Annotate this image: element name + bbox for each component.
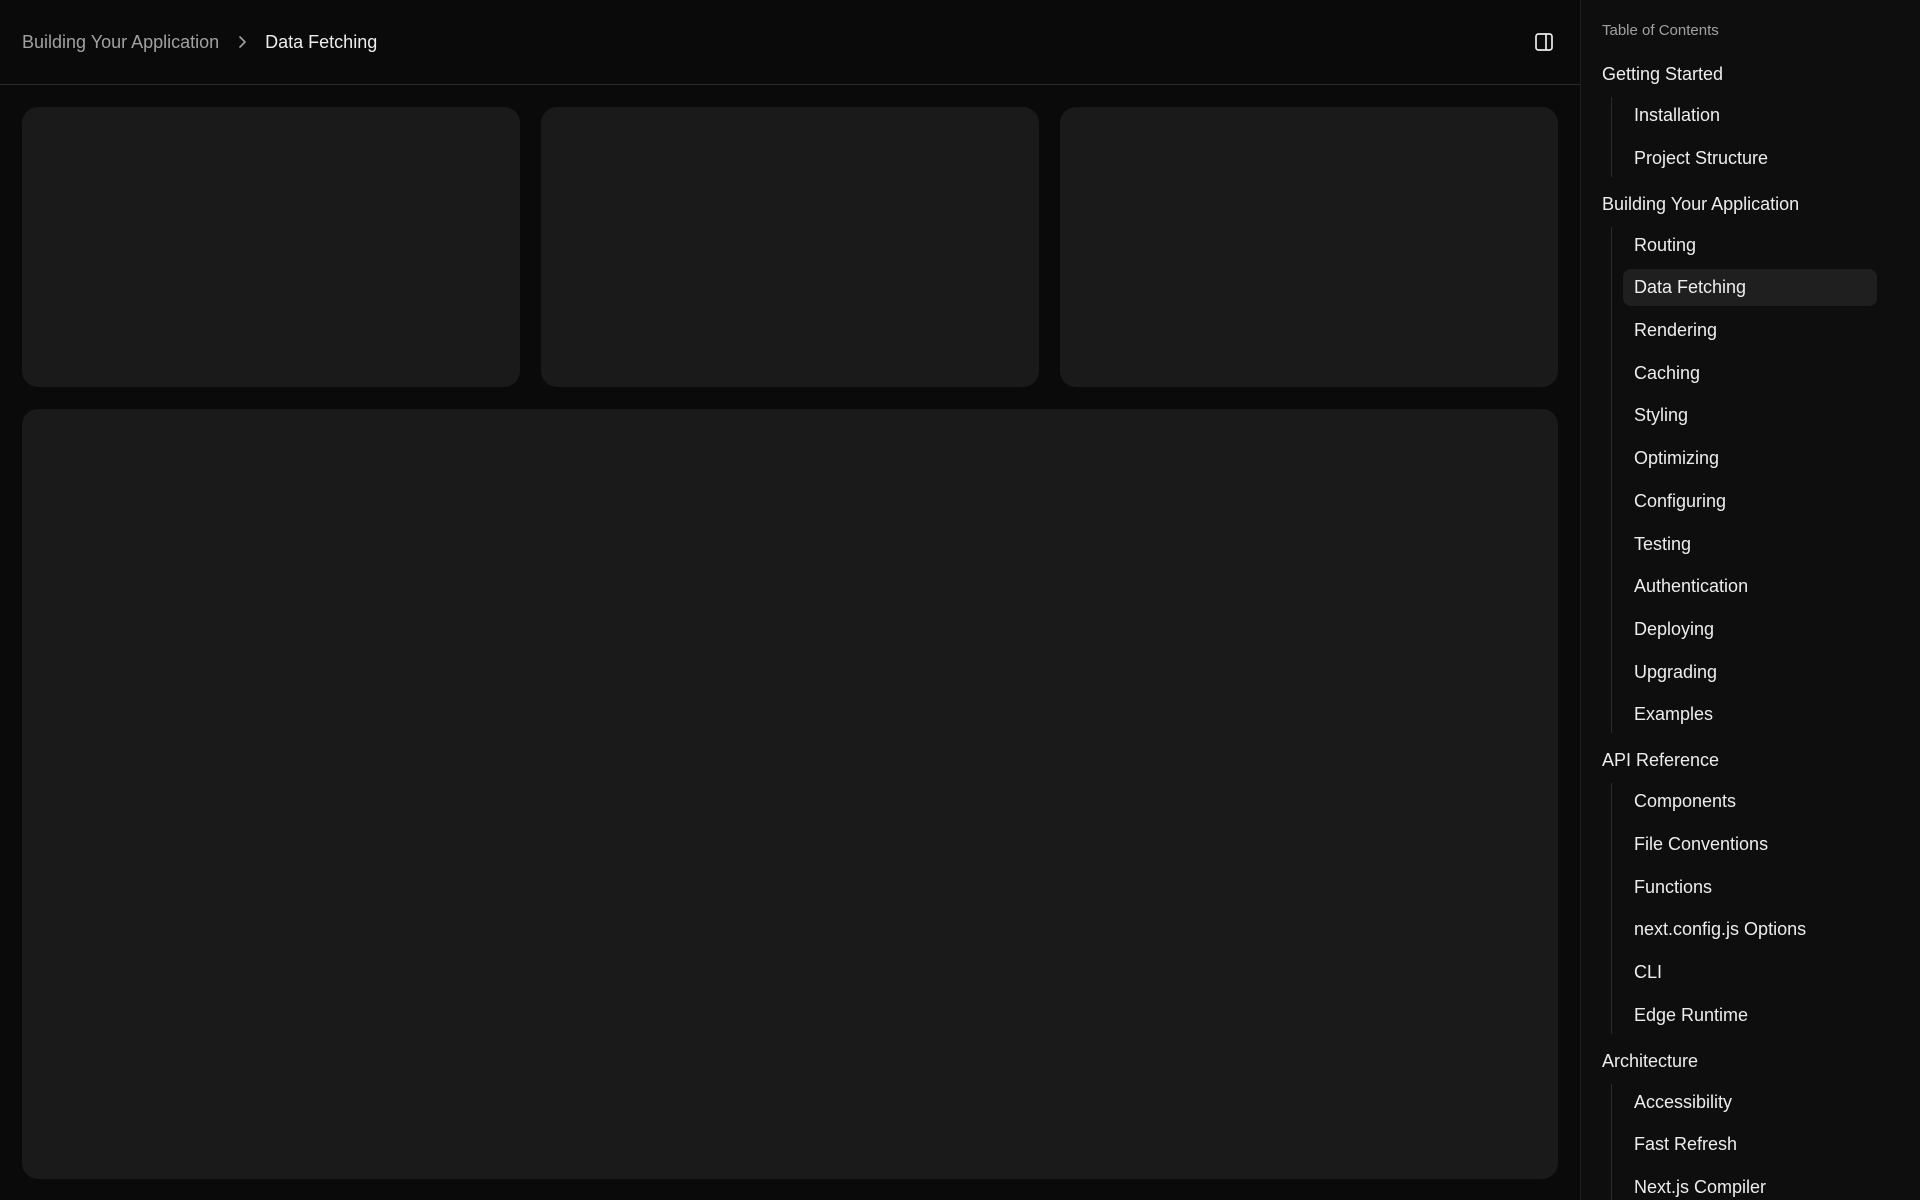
toc-section-title[interactable]: Getting Started bbox=[1602, 59, 1899, 89]
toc-item[interactable]: Configuring bbox=[1623, 483, 1877, 520]
toc-item[interactable]: Deploying bbox=[1623, 611, 1877, 648]
toc-item[interactable]: Authentication bbox=[1623, 568, 1877, 605]
table-of-contents-sidebar: Table of Contents Getting Started Install… bbox=[1580, 0, 1920, 1200]
toc-item[interactable]: Examples bbox=[1623, 696, 1877, 733]
app-root: Building Your Application Data Fetching bbox=[0, 0, 1920, 1200]
toc-section-list: Routing Data Fetching Rendering Caching Styl… bbox=[1611, 226, 1899, 734]
toc-section: Getting Started Installation Project Struc… bbox=[1602, 59, 1899, 177]
placeholder-card bbox=[541, 107, 1039, 387]
toc-item[interactable]: CLI bbox=[1623, 954, 1877, 991]
toc-section-title[interactable]: Building Your Application bbox=[1602, 189, 1899, 219]
placeholder-card bbox=[22, 107, 520, 387]
toc-section: Architecture Accessibility Fast Refresh Nex… bbox=[1602, 1046, 1899, 1200]
toc-section: API Reference Components File Conventions F… bbox=[1602, 745, 1899, 1034]
breadcrumb-current: Data Fetching bbox=[265, 31, 378, 52]
toc-item[interactable]: Fast Refresh bbox=[1623, 1126, 1877, 1163]
placeholder-panel bbox=[22, 409, 1558, 1179]
toc-item[interactable]: Edge Runtime bbox=[1623, 997, 1877, 1034]
toc-item[interactable]: next.config.js Options bbox=[1623, 911, 1877, 948]
content-grid bbox=[0, 85, 1580, 1179]
toc-item[interactable]: Caching bbox=[1623, 355, 1877, 392]
toc-item[interactable]: Functions bbox=[1623, 869, 1877, 906]
toc-item[interactable]: Styling bbox=[1623, 397, 1877, 434]
top-bar: Building Your Application Data Fetching bbox=[0, 0, 1580, 85]
chevron-right-icon bbox=[237, 35, 247, 49]
toc-item[interactable]: Rendering bbox=[1623, 312, 1877, 349]
sidebar-panel-icon[interactable] bbox=[1530, 28, 1558, 56]
toc-item[interactable]: Installation bbox=[1623, 97, 1877, 134]
toc-item[interactable]: Data Fetching bbox=[1623, 269, 1877, 307]
toc-item[interactable]: Project Structure bbox=[1623, 140, 1877, 177]
toc-section-title[interactable]: Architecture bbox=[1602, 1046, 1899, 1076]
toc-item[interactable]: Accessibility bbox=[1623, 1084, 1877, 1121]
toc-sections: Getting Started Installation Project Struc… bbox=[1602, 59, 1899, 1200]
placeholder-card bbox=[1060, 107, 1558, 387]
toc-item[interactable]: Components bbox=[1623, 783, 1877, 820]
toc-title: Table of Contents bbox=[1602, 22, 1719, 39]
toc-section-list: Components File Conventions Functions next.… bbox=[1611, 783, 1899, 1034]
toc-section-title[interactable]: API Reference bbox=[1602, 745, 1899, 775]
main-content-area: Building Your Application Data Fetching bbox=[0, 0, 1580, 1200]
toc-item[interactable]: File Conventions bbox=[1623, 826, 1877, 863]
toc-item[interactable]: Routing bbox=[1623, 227, 1877, 264]
toc-item[interactable]: Next.js Compiler bbox=[1623, 1169, 1877, 1200]
toc-section: Building Your Application Routing Data Fet… bbox=[1602, 189, 1899, 734]
breadcrumb: Building Your Application Data Fetching bbox=[22, 32, 377, 53]
toc-section-list: Installation Project Structure bbox=[1611, 97, 1899, 177]
breadcrumb-parent-link[interactable]: Building Your Application bbox=[22, 32, 219, 53]
toc-item[interactable]: Optimizing bbox=[1623, 440, 1877, 477]
toc-section-list: Accessibility Fast Refresh Next.js Compile… bbox=[1611, 1083, 1899, 1200]
card-row bbox=[22, 107, 1558, 387]
toc-item[interactable]: Testing bbox=[1623, 526, 1877, 563]
toc-item[interactable]: Upgrading bbox=[1623, 654, 1877, 691]
